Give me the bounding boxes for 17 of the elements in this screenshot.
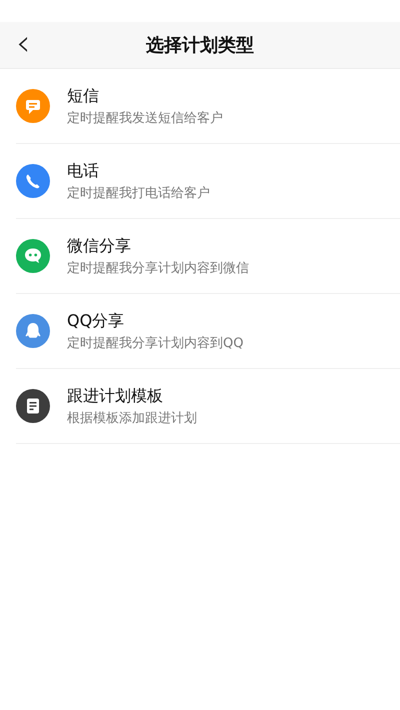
item-title: QQ分享 bbox=[67, 310, 126, 330]
item-description: 定时提醒我发送短信给客户 bbox=[67, 110, 223, 126]
plan-type-item[interactable]: QQ分享 定时提醒我分享计划内容到QQ bbox=[16, 294, 400, 369]
item-description: 定时提醒我打电话给客户 bbox=[67, 184, 210, 202]
plan-type-item[interactable]: 短信 定时提醒我发送短信给客户 bbox=[16, 69, 400, 144]
plan-type-item[interactable]: 跟进计划模板 根据模板添加跟进计划 bbox=[16, 369, 400, 444]
item-title: 电话 bbox=[67, 160, 100, 180]
item-description: 定时提醒我分享计划内容到微信 bbox=[67, 260, 249, 276]
item-description: 定时提醒我分享计划内容到QQ bbox=[67, 334, 244, 352]
item-title: 短信 bbox=[67, 86, 100, 106]
page-title: 选择计划类型 bbox=[146, 34, 254, 57]
plan-type-item[interactable]: 电话 定时提醒我打电话给客户 bbox=[16, 144, 400, 219]
back-button[interactable]: ‹ bbox=[8, 25, 38, 63]
item-title: 跟进计划模板 bbox=[67, 386, 164, 406]
item-description: 根据模板添加跟进计划 bbox=[67, 410, 197, 426]
plan-type-item[interactable]: 微信分享 定时提醒我分享计划内容到微信 bbox=[16, 219, 400, 294]
item-title: 微信分享 bbox=[67, 236, 132, 256]
